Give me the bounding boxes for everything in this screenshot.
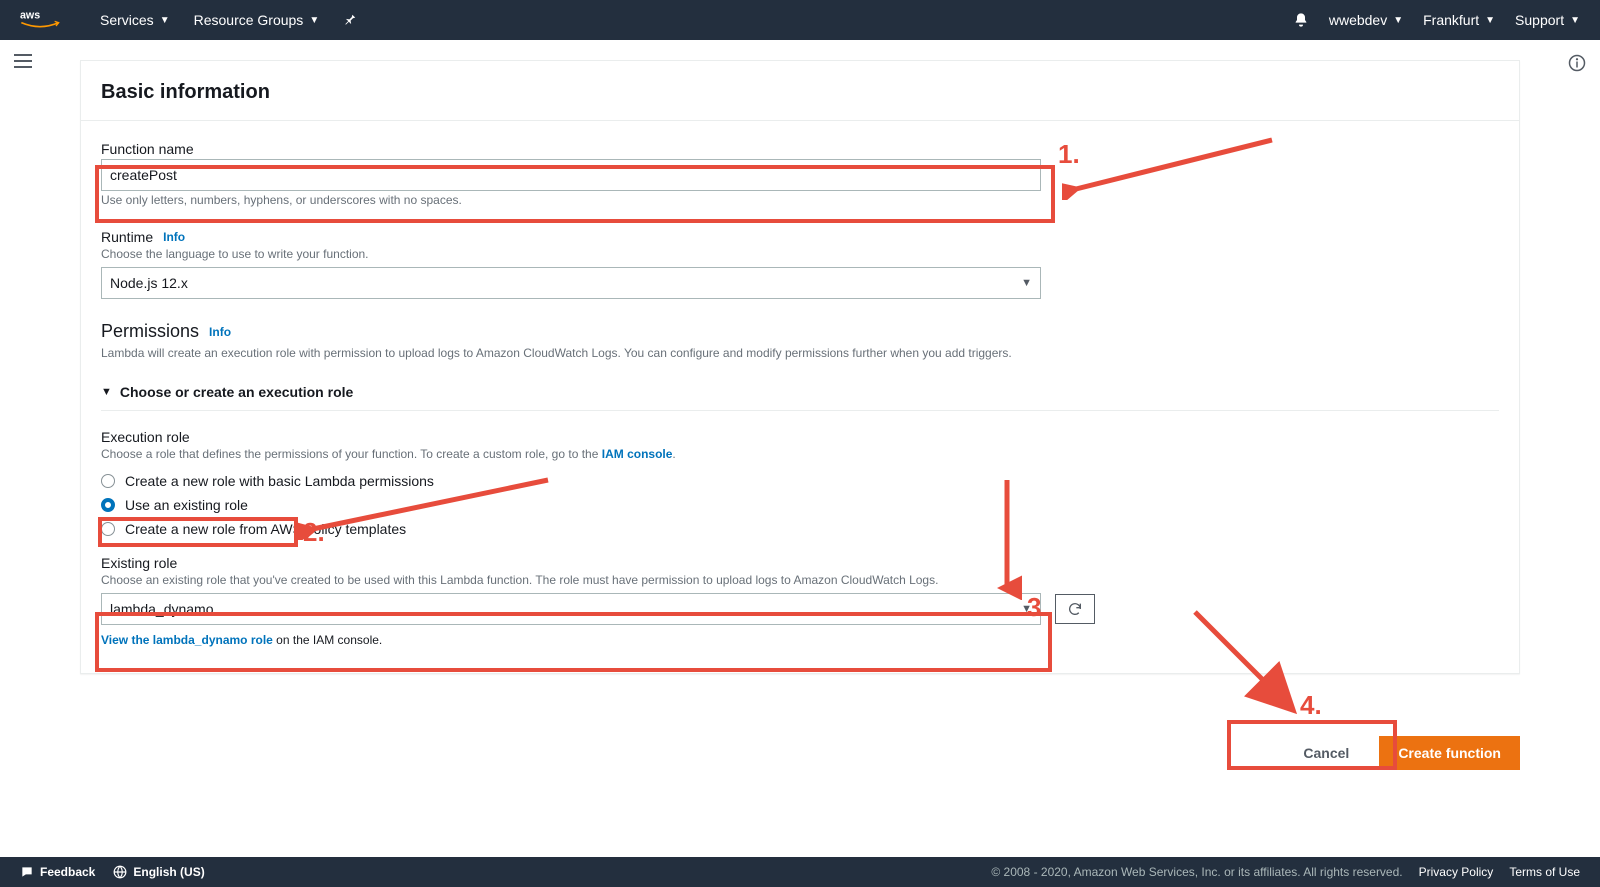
section-title: Basic information [101,81,1499,104]
execution-role-field: Execution role Choose a role that define… [101,429,1499,541]
support-label: Support [1515,12,1564,28]
language-label: English (US) [133,865,204,879]
chevron-down-icon: ▼ [1021,277,1032,289]
notifications-icon[interactable] [1293,12,1309,28]
pin-icon[interactable] [343,13,357,27]
refresh-icon [1067,601,1083,617]
chevron-down-icon: ▼ [160,15,170,26]
feedback-label: Feedback [40,865,95,879]
top-nav-bar: aws Services ▼ Resource Groups ▼ wwebdev… [0,0,1600,40]
radio-icon [101,474,115,488]
radio-use-existing[interactable]: Use an existing role [101,493,1499,517]
globe-icon [113,865,127,879]
existing-role-select[interactable]: lambda_dynamo ▼ [101,593,1041,625]
speech-bubble-icon [20,865,34,879]
execution-role-help-suffix: . [672,447,675,461]
view-role-suffix: on the IAM console. [273,633,382,647]
section-header: Basic information [81,61,1519,120]
basic-information-panel: Basic information Function name Use only… [80,60,1520,674]
radio-label: Create a new role from AWS policy templa… [125,521,406,537]
region-label: Frankfurt [1423,12,1479,28]
permissions-info-link[interactable]: Info [209,325,231,339]
existing-role-value: lambda_dynamo [110,601,214,617]
view-role-link[interactable]: View the lambda_dynamo role [101,633,273,647]
execution-role-radio-group: Create a new role with basic Lambda perm… [101,469,1499,541]
execution-role-help: Choose a role that defines the permissio… [101,447,1499,461]
runtime-help: Choose the language to use to write your… [101,247,1499,261]
radio-icon-checked [101,498,115,512]
chevron-down-icon: ▼ [1021,603,1032,615]
feedback-link[interactable]: Feedback [20,865,95,879]
privacy-policy-link[interactable]: Privacy Policy [1419,865,1494,879]
support-menu[interactable]: Support ▼ [1515,12,1580,28]
bottom-footer-bar: Feedback English (US) © 2008 - 2020, Ama… [0,857,1600,887]
terms-of-use-link[interactable]: Terms of Use [1509,865,1580,879]
function-name-hint: Use only letters, numbers, hyphens, or u… [101,193,1499,207]
footer-actions: Cancel Create function [80,720,1520,786]
runtime-value: Node.js 12.x [110,275,188,291]
choose-role-expander[interactable]: ▼ Choose or create an execution role [101,384,1499,411]
choose-role-label: Choose or create an execution role [120,384,353,400]
radio-create-from-templates[interactable]: Create a new role from AWS policy templa… [101,517,1499,541]
radio-create-new-basic[interactable]: Create a new role with basic Lambda perm… [101,469,1499,493]
radio-label: Use an existing role [125,497,248,513]
aws-logo[interactable]: aws [20,8,60,32]
account-label: wwebdev [1329,12,1387,28]
region-menu[interactable]: Frankfurt ▼ [1423,12,1495,28]
function-name-field: Function name Use only letters, numbers,… [101,141,1499,207]
permissions-description: Lambda will create an execution role wit… [101,346,1499,360]
create-function-button[interactable]: Create function [1379,736,1520,770]
annotation-label-4: 4. [1300,690,1322,721]
existing-role-help: Choose an existing role that you've crea… [101,573,1499,587]
resource-groups-label: Resource Groups [194,12,304,28]
services-menu[interactable]: Services ▼ [100,12,170,28]
execution-role-label: Execution role [101,429,1499,445]
existing-role-label: Existing role [101,555,1499,571]
runtime-label: Runtime [101,229,153,245]
copyright-text: © 2008 - 2020, Amazon Web Services, Inc.… [991,865,1402,879]
runtime-field: Runtime Info Choose the language to use … [101,229,1499,299]
chevron-down-icon: ▼ [1393,15,1403,26]
info-panel-icon[interactable] [1568,54,1586,72]
resource-groups-menu[interactable]: Resource Groups ▼ [194,12,320,28]
execution-role-help-prefix: Choose a role that defines the permissio… [101,447,602,461]
permissions-title: Permissions [101,321,199,342]
services-label: Services [100,12,154,28]
cancel-button[interactable]: Cancel [1289,737,1363,769]
language-selector[interactable]: English (US) [113,865,204,879]
hamburger-menu-icon[interactable] [14,54,32,68]
function-name-input[interactable] [101,159,1041,191]
iam-console-link[interactable]: IAM console [602,447,673,461]
chevron-down-icon: ▼ [1570,15,1580,26]
refresh-roles-button[interactable] [1055,594,1095,624]
form-body: Function name Use only letters, numbers,… [81,120,1519,673]
chevron-down-icon: ▼ [1485,15,1495,26]
svg-text:aws: aws [20,10,40,22]
radio-icon [101,522,115,536]
radio-label: Create a new role with basic Lambda perm… [125,473,434,489]
existing-role-field: Existing role Choose an existing role th… [101,555,1499,647]
permissions-title-row: Permissions Info [101,321,1499,342]
triangle-down-icon: ▼ [101,386,112,398]
account-menu[interactable]: wwebdev ▼ [1329,12,1403,28]
chevron-down-icon: ▼ [309,15,319,26]
runtime-select[interactable]: Node.js 12.x ▼ [101,267,1041,299]
runtime-info-link[interactable]: Info [163,230,185,244]
function-name-label: Function name [101,141,1499,157]
